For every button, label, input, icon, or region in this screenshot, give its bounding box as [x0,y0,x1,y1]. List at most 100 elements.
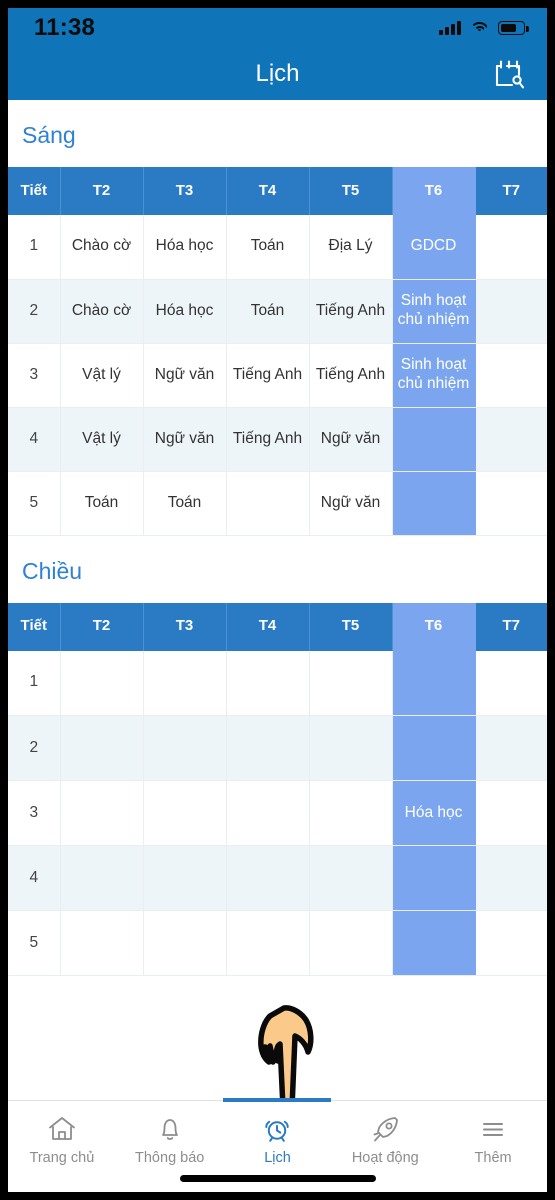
hamburger-menu-icon [483,1123,504,1136]
lesson-cell[interactable] [143,715,227,781]
active-tab-indicator [223,1098,332,1102]
lesson-cell[interactable]: Hóa học [143,279,227,344]
column-header-t5[interactable]: T5 [309,167,393,215]
lesson-cell[interactable] [226,650,310,716]
lesson-cell[interactable] [226,845,310,911]
table-row: 2 Chào cờ Hóa học Toán Tiếng Anh Sinh ho… [8,279,547,344]
status-bar: 11:38 [8,8,547,48]
lesson-cell[interactable] [60,650,144,716]
lesson-cell[interactable]: Toán [143,471,227,536]
lesson-cell[interactable] [143,845,227,911]
lesson-cell[interactable]: Ngữ văn [143,343,227,408]
lesson-cell[interactable]: Tiếng Anh [309,279,393,344]
lesson-cell[interactable] [475,845,547,911]
column-header-t7[interactable]: T7 [475,167,547,215]
lesson-cell[interactable] [475,343,547,408]
lesson-cell[interactable] [475,910,547,976]
period-number: 5 [8,471,61,536]
lesson-cell[interactable] [475,780,547,846]
tab-label: Lịch [264,1150,291,1166]
lesson-cell[interactable]: Toán [60,471,144,536]
lesson-cell[interactable]: Ngữ văn [309,407,393,472]
lesson-cell[interactable] [60,910,144,976]
lesson-cell-today[interactable] [392,650,476,716]
lesson-cell-today[interactable]: Sinh hoạt chủ nhiệm [392,343,476,408]
calendar-settings-icon[interactable] [489,55,527,93]
lesson-cell[interactable] [60,715,144,781]
lesson-cell[interactable] [309,650,393,716]
lesson-cell[interactable] [309,845,393,911]
lesson-cell-today[interactable] [392,845,476,911]
lesson-cell[interactable]: Ngữ văn [309,471,393,536]
tab-lich[interactable]: Lịch [223,1098,332,1166]
lesson-cell-today[interactable]: Hóa học [392,780,476,846]
lesson-cell-today[interactable] [392,471,476,536]
lesson-cell[interactable] [475,407,547,472]
tab-them[interactable]: Thêm [439,1101,547,1166]
column-header-period[interactable]: Tiết [8,167,61,215]
lesson-cell[interactable]: Địa Lý [309,215,393,280]
column-header-t7[interactable]: T7 [475,602,547,651]
lesson-cell-today[interactable] [392,407,476,472]
lesson-cell-today[interactable] [392,715,476,781]
section-label-afternoon: Chiều [8,535,547,603]
column-header-period[interactable]: Tiết [8,602,61,651]
column-header-t3[interactable]: T3 [143,167,227,215]
period-number: 3 [8,343,61,408]
bell-icon [161,1119,178,1140]
lesson-cell[interactable] [475,215,547,280]
app-header: 11:38 Lịch [8,8,547,100]
lesson-cell[interactable] [60,780,144,846]
alarm-clock-icon [265,1120,290,1142]
lesson-cell[interactable]: Hóa học [143,215,227,280]
lesson-cell[interactable] [143,910,227,976]
lesson-cell-today[interactable]: GDCD [392,215,476,280]
wifi-icon [470,21,489,35]
column-header-t5[interactable]: T5 [309,602,393,651]
lesson-cell[interactable] [226,715,310,781]
lesson-cell[interactable]: Chào cờ [60,279,144,344]
lesson-cell[interactable] [226,910,310,976]
lesson-cell[interactable] [226,471,310,536]
lesson-cell[interactable]: Vật lý [60,343,144,408]
tab-label: Thêm [474,1150,512,1166]
rocket-icon [373,1117,399,1142]
lesson-cell[interactable] [60,845,144,911]
lesson-cell[interactable]: Vật lý [60,407,144,472]
lesson-cell[interactable] [309,910,393,976]
lesson-cell[interactable] [143,780,227,846]
lesson-cell[interactable] [475,650,547,716]
table-row: 4 Vật lý Ngữ văn Tiếng Anh Ngữ văn [8,407,547,472]
lesson-cell[interactable] [475,279,547,344]
lesson-cell[interactable] [309,780,393,846]
phone-screen: 11:38 Lịch Sáng Tiết T2 T3 T4 T5 T6 T7 1… [8,8,547,1192]
lesson-cell[interactable]: Tiếng Anh [226,407,310,472]
lesson-cell[interactable]: Toán [226,279,310,344]
column-header-t3[interactable]: T3 [143,602,227,651]
table-row: 1 Chào cờ Hóa học Toán Địa Lý GDCD [8,215,547,280]
column-header-t2[interactable]: T2 [60,602,144,651]
lesson-cell[interactable] [143,650,227,716]
lesson-cell[interactable] [309,715,393,781]
lesson-cell[interactable] [226,780,310,846]
column-header-t6[interactable]: T6 [392,167,476,215]
lesson-cell-today[interactable] [392,910,476,976]
lesson-cell[interactable]: Toán [226,215,310,280]
column-header-t6[interactable]: T6 [392,602,476,651]
column-header-t4[interactable]: T4 [226,167,310,215]
tab-hoat-dong[interactable]: Hoạt động [331,1101,439,1166]
period-number: 4 [8,407,61,472]
lesson-cell[interactable]: Tiếng Anh [309,343,393,408]
lesson-cell[interactable]: Chào cờ [60,215,144,280]
lesson-cell[interactable] [475,471,547,536]
column-header-t4[interactable]: T4 [226,602,310,651]
column-header-t2[interactable]: T2 [60,167,144,215]
lesson-cell-today[interactable]: Sinh hoạt chủ nhiệm [392,279,476,344]
table-row: 5 Toán Toán Ngữ văn [8,471,547,536]
tab-thong-bao[interactable]: Thông báo [116,1101,224,1166]
lesson-cell[interactable]: Ngữ văn [143,407,227,472]
lesson-cell[interactable]: Tiếng Anh [226,343,310,408]
lesson-cell[interactable] [475,715,547,781]
period-number: 2 [8,279,61,344]
tab-trang-chu[interactable]: Trang chủ [8,1101,116,1166]
